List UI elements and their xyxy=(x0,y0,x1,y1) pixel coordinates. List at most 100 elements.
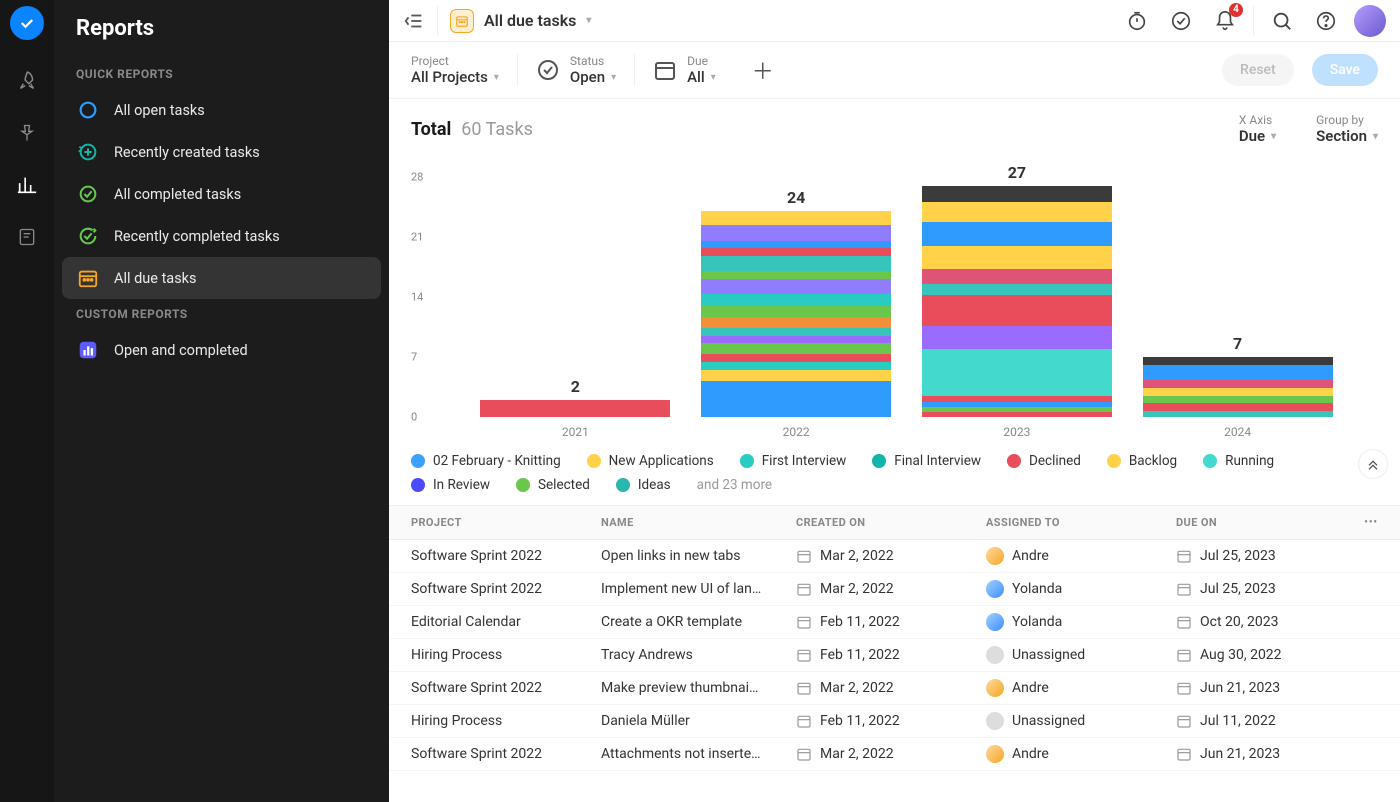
collapse-chart-icon[interactable] xyxy=(1358,449,1388,479)
app-logo[interactable] xyxy=(10,6,44,40)
calendar-icon xyxy=(1176,746,1192,762)
table-header-cell[interactable]: ASSIGNED TO xyxy=(986,516,1176,529)
bar-column[interactable]: 2 xyxy=(478,377,673,417)
bar-segment xyxy=(480,400,670,417)
bar-segment xyxy=(701,370,891,381)
table-header-cell[interactable]: CREATED ON xyxy=(796,516,986,529)
chevron-down-icon: ▾ xyxy=(1373,131,1378,142)
table-row[interactable]: Hiring ProcessDaniela MüllerFeb 11, 2022… xyxy=(389,705,1400,738)
bar-column[interactable]: 7 xyxy=(1140,334,1335,417)
legend-item[interactable]: Running xyxy=(1203,453,1274,469)
avatar-dot xyxy=(986,745,1004,763)
timer-icon[interactable] xyxy=(1121,5,1153,37)
calendar-icon xyxy=(796,713,812,729)
breadcrumb[interactable]: All due tasks ▾ xyxy=(450,9,591,33)
legend-swatch xyxy=(411,454,425,468)
legend-item[interactable]: Backlog xyxy=(1107,453,1177,469)
rocket-icon[interactable] xyxy=(16,70,38,92)
bar-segment xyxy=(922,284,1112,295)
cell-project: Editorial Calendar xyxy=(411,614,601,630)
table-header-cell[interactable]: DUE ON xyxy=(1176,516,1348,529)
sidebar-title: Reports xyxy=(62,16,381,59)
legend-item[interactable]: Declined xyxy=(1007,453,1081,469)
search-icon[interactable] xyxy=(1266,5,1298,37)
legend-more[interactable]: and 23 more xyxy=(697,477,772,493)
breadcrumb-label: All due tasks xyxy=(484,11,576,30)
filter-value: All xyxy=(687,68,705,86)
legend-item[interactable]: In Review xyxy=(411,477,490,493)
cell-due: Jul 25, 2023 xyxy=(1176,548,1348,564)
cell-assignee: Andre xyxy=(986,745,1176,763)
groupby-selector[interactable]: Group by Section▾ xyxy=(1316,113,1378,145)
cell-created: Mar 2, 2022 xyxy=(796,548,986,564)
calendar-icon xyxy=(796,614,812,630)
check-circle-green-icon xyxy=(76,182,100,206)
table-row[interactable]: Editorial CalendarCreate a OKR templateF… xyxy=(389,606,1400,639)
chart: 07142128224277 2021202220232024 xyxy=(389,151,1400,439)
calendar-icon xyxy=(796,680,812,696)
cell-created: Feb 11, 2022 xyxy=(796,647,986,663)
x-label: 2022 xyxy=(699,425,894,439)
bar-column[interactable]: 24 xyxy=(699,188,894,417)
bar-segment xyxy=(701,328,891,336)
bar-segment xyxy=(1143,380,1333,388)
notes-icon[interactable] xyxy=(16,226,38,248)
cell-assignee: Yolanda xyxy=(986,580,1176,598)
cell-due: Jun 21, 2023 xyxy=(1176,680,1348,696)
cell-created: Mar 2, 2022 xyxy=(796,746,986,762)
bell-icon[interactable]: 4 xyxy=(1209,5,1241,37)
legend-label: Running xyxy=(1225,453,1274,469)
table-header-cell[interactable]: PROJECT xyxy=(411,516,601,529)
help-icon[interactable] xyxy=(1310,5,1342,37)
reset-button[interactable]: Reset xyxy=(1222,54,1294,86)
cell-name: Implement new UI of lan… xyxy=(601,581,796,597)
section-label: QUICK REPORTS xyxy=(62,59,381,89)
legend-item[interactable]: Selected xyxy=(516,477,590,493)
calendar-icon xyxy=(1176,581,1192,597)
bar-value: 24 xyxy=(787,188,805,207)
legend-item[interactable]: New Applications xyxy=(587,453,714,469)
calendar-icon xyxy=(1176,680,1192,696)
xaxis-selector[interactable]: X Axis Due▾ xyxy=(1239,113,1276,145)
calendar-icon xyxy=(796,581,812,597)
legend-item[interactable]: Ideas xyxy=(616,477,671,493)
calendar-icon xyxy=(1176,713,1192,729)
save-button[interactable]: Save xyxy=(1312,54,1378,86)
cell-name: Open links in new tabs xyxy=(601,548,796,564)
bar-segment xyxy=(1143,396,1333,404)
table-row[interactable]: Hiring ProcessTracy AndrewsFeb 11, 2022U… xyxy=(389,639,1400,672)
sidebar-item[interactable]: All open tasks xyxy=(62,89,381,131)
bar-segment xyxy=(1143,365,1333,380)
pin-icon[interactable] xyxy=(16,122,38,144)
filter-project[interactable]: Project All Projects▾ xyxy=(411,54,518,86)
filter-status[interactable]: Status Open▾ xyxy=(536,54,635,86)
legend-item[interactable]: First Interview xyxy=(740,453,847,469)
calendar-orange-icon xyxy=(76,266,100,290)
check-circle-icon[interactable] xyxy=(1165,5,1197,37)
sidebar-item[interactable]: All due tasks xyxy=(62,257,381,299)
table-row[interactable]: Software Sprint 2022Implement new UI of … xyxy=(389,573,1400,606)
collapse-sidebar-icon[interactable] xyxy=(403,10,425,32)
more-columns-icon[interactable]: ••• xyxy=(1348,517,1378,528)
sidebar-item[interactable]: Open and completed xyxy=(62,329,381,371)
check-refresh-green-icon xyxy=(76,224,100,248)
table-header-cell[interactable]: NAME xyxy=(601,516,796,529)
cell-project: Software Sprint 2022 xyxy=(411,746,601,762)
filter-due[interactable]: Due All▾ xyxy=(653,54,734,86)
table-row[interactable]: Software Sprint 2022Attachments not inse… xyxy=(389,738,1400,771)
avatar[interactable] xyxy=(1354,5,1386,37)
bar-segment xyxy=(701,271,891,279)
sidebar-item[interactable]: All completed tasks xyxy=(62,173,381,215)
legend-item[interactable]: Final Interview xyxy=(872,453,981,469)
sidebar-item[interactable]: Recently completed tasks xyxy=(62,215,381,257)
reports-nav-icon[interactable] xyxy=(16,174,38,196)
legend-item[interactable]: 02 February - Knitting xyxy=(411,453,561,469)
sidebar-item[interactable]: Recently created tasks xyxy=(62,131,381,173)
bar-column[interactable]: 27 xyxy=(919,163,1114,417)
table-row[interactable]: Software Sprint 2022Make preview thumbna… xyxy=(389,672,1400,705)
calendar-icon xyxy=(1176,614,1192,630)
plus-circle-teal-icon xyxy=(76,140,100,164)
table-row[interactable]: Software Sprint 2022Open links in new ta… xyxy=(389,540,1400,573)
filter-value: All Projects xyxy=(411,68,488,86)
add-filter-button[interactable]: ＋ xyxy=(752,54,774,86)
